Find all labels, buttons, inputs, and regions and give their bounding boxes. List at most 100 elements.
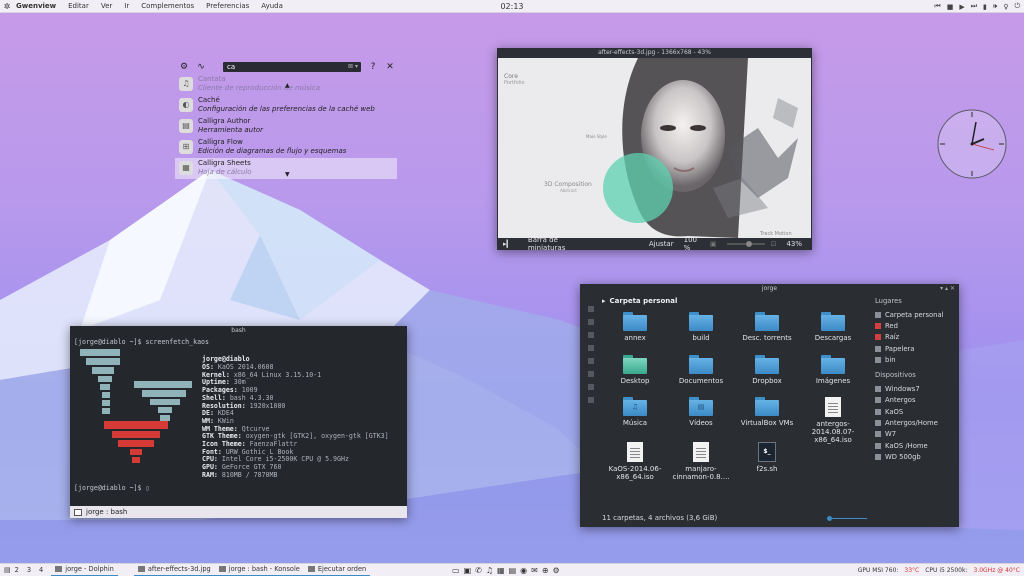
phone-launcher-icon[interactable]: ✆ [475,566,482,575]
app-launcher-icon[interactable]: ▤ [4,566,11,574]
file-item[interactable]: build [668,312,734,342]
zoom-100-button[interactable]: 100 % [684,236,700,252]
zoom-slider-handle[interactable] [746,241,753,247]
tool-icon[interactable] [588,384,594,390]
device-item[interactable]: W7 [875,429,959,440]
scroll-down-icon[interactable]: ▼ [285,171,290,178]
media-stop-icon[interactable]: ■ [947,3,954,11]
fit-button[interactable]: Ajustar [649,240,674,248]
task-konsole[interactable]: jorge : bash - Konsole [214,564,304,576]
file-item[interactable]: manjaro-cinnamon-0.8.... [668,442,734,481]
file-item[interactable]: Desktop [602,355,668,385]
slider-handle[interactable] [827,516,832,521]
menu-preferencias[interactable]: Preferencias [200,2,255,10]
place-item[interactable]: Raíz [875,332,959,343]
menu-editar[interactable]: Editar [62,2,95,10]
image-view[interactable]: Core Portfolio Main Style 3D Composition… [498,58,811,238]
window-titlebar[interactable]: jorge ▾ ▴ ✕ [580,284,959,294]
battery-icon[interactable]: ▮ [983,3,987,11]
device-item[interactable]: Antergos/Home [875,417,959,428]
media-prev-icon[interactable]: ⏮ [934,2,940,11]
power-icon[interactable]: ⏻ [1014,2,1020,11]
file-item[interactable]: KaOS-2014.06-x86_64.iso [602,442,668,481]
tool-icon[interactable] [588,371,594,377]
analog-clock-widget[interactable] [936,108,1008,180]
thumbnail-toggle-icon[interactable]: ▸▎ [503,240,512,248]
zoom-slider[interactable] [726,241,765,247]
user-icon[interactable]: ♀ [1003,3,1008,11]
pager-desktop-2[interactable]: 2 [15,566,19,574]
krunner-result[interactable]: ⊞ Calligra Flow Edición de diagramas de … [175,137,397,158]
terminal-tab[interactable]: jorge : bash [74,508,127,516]
gear-launcher-icon[interactable]: ⚙ [553,566,560,575]
device-item[interactable]: Windows7 [875,383,959,394]
file-item[interactable]: VirtualBox VMs [734,397,800,427]
zoom-slider[interactable] [827,516,867,521]
task-gwenview[interactable]: after-effects-3d.jpg [133,564,215,576]
tool-icon[interactable] [588,332,594,338]
menu-ir[interactable]: Ir [118,2,135,10]
krunner-result[interactable]: ◐ Caché Configuración de las preferencia… [175,95,397,116]
place-item[interactable]: Papelera [875,343,959,354]
pager-desktop-4[interactable]: 4 [39,566,43,574]
device-item[interactable]: WD 500gb [875,451,959,462]
tool-icon[interactable] [588,358,594,364]
krunner-result[interactable]: ▤ Calligra Author Herramienta autor [175,116,397,137]
device-item[interactable]: KaOS /Home [875,440,959,451]
media-next-icon[interactable]: ⏭ [971,2,977,11]
file-item[interactable]: ▤ Vídeos [668,397,734,427]
terminal-output[interactable]: [jorge@diablo ~]$ screenfetch_kaos jorge… [72,337,405,505]
app-name[interactable]: Gwenview [14,2,62,10]
place-item[interactable]: Carpeta personal [875,309,959,320]
clear-icon[interactable]: ⊠ ▾ [348,62,358,72]
task-dolphin[interactable]: jorge - Dolphin [51,564,118,576]
task-krunner[interactable]: Ejecutar orden [303,564,371,576]
file-item[interactable]: Descargas [800,312,866,342]
window-titlebar[interactable]: after-effects-3d.jpg - 1366x768 - 43% [497,48,812,58]
file-item[interactable]: antergos-2014.08.07-x86_64.iso [800,397,866,444]
settings-gear-icon[interactable]: ⚙ [179,62,189,72]
breadcrumb[interactable]: ▸ Carpeta personal [602,294,677,308]
file-item[interactable]: Documentos [668,355,734,385]
tool-icon[interactable] [588,345,594,351]
file-item[interactable]: Imágenes [800,355,866,385]
file-item[interactable]: Desc. torrents [734,312,800,342]
device-item[interactable]: KaOS [875,406,959,417]
device-item[interactable]: Antergos [875,395,959,406]
volume-icon[interactable]: 🕪 [993,2,997,11]
media-play-icon[interactable]: ▶ [959,3,964,11]
save-launcher-icon[interactable]: ▦ [497,566,505,575]
mail-launcher-icon[interactable]: ✉ [531,566,538,575]
chrome-launcher-icon[interactable]: ◉ [520,566,527,575]
music-launcher-icon[interactable]: ♫ [486,566,493,575]
zoom-reset-icon[interactable]: ⊡ [771,240,777,248]
zoom-fill-icon[interactable]: ▣ [710,240,717,248]
video-launcher-icon[interactable]: ▤ [509,566,517,575]
image-launcher-icon[interactable]: ▣ [464,566,472,575]
menu-ver[interactable]: Ver [95,2,118,10]
krunner-search-input[interactable]: ca ⊠ ▾ [223,62,361,72]
place-item[interactable]: Red [875,320,959,331]
scroll-up-icon[interactable]: ▲ [285,82,290,89]
globe-launcher-icon[interactable]: ⊕ [542,566,549,575]
files-launcher-icon[interactable]: ▭ [452,566,460,575]
window-titlebar[interactable]: bash [70,326,407,336]
window-controls-icon[interactable]: ▾ ▴ ✕ [940,284,955,294]
menu-complementos[interactable]: Complementos [135,2,200,10]
tool-icon[interactable] [588,319,594,325]
help-icon[interactable]: ? [368,62,378,72]
kde-logo-icon[interactable]: ✲ [0,0,14,13]
file-name: Vídeos [689,419,713,427]
file-item[interactable]: ♫ Música [602,397,668,427]
close-icon[interactable]: ✕ [385,62,395,72]
activity-icon[interactable]: ∿ [196,62,206,72]
pager-desktop-3[interactable]: 3 [27,566,31,574]
file-item[interactable]: Dropbox [734,355,800,385]
tool-icon[interactable] [588,397,594,403]
file-item[interactable]: $_ f2s.sh [734,442,800,473]
menu-ayuda[interactable]: Ayuda [255,2,289,10]
tool-icon[interactable] [588,306,594,312]
file-item[interactable]: annex [602,312,668,342]
place-item[interactable]: bin [875,354,959,365]
thumbnail-bar-button[interactable]: Barra de miniaturas [528,236,579,252]
